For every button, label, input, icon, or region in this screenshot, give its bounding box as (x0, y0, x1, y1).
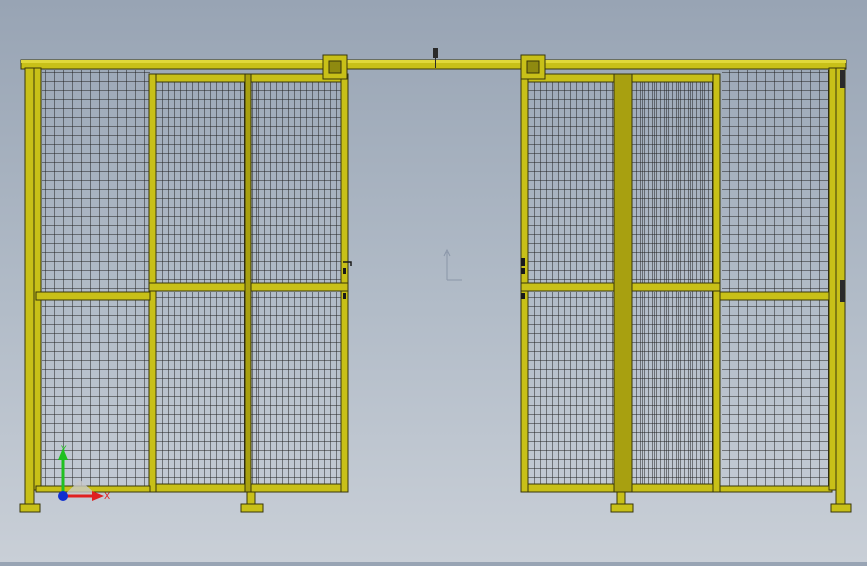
left-roller-carriage (322, 54, 348, 80)
triad-y-label: Y (60, 445, 67, 455)
triad-x-label: X (104, 492, 110, 502)
top-rail (20, 59, 847, 70)
right-roller-carriage (520, 54, 546, 80)
left-fixed-panel (42, 70, 150, 486)
left-sliding-door (148, 73, 349, 493)
left-door-foot (240, 491, 264, 513)
right-door-foot (610, 491, 634, 513)
fence-model[interactable]: Y X (0, 0, 867, 562)
cad-viewport[interactable]: Y X (0, 0, 867, 562)
right-sliding-door (520, 73, 721, 493)
right-fixed-panel (719, 70, 837, 493)
origin-marker-icon (443, 248, 462, 281)
right-post (828, 67, 852, 513)
